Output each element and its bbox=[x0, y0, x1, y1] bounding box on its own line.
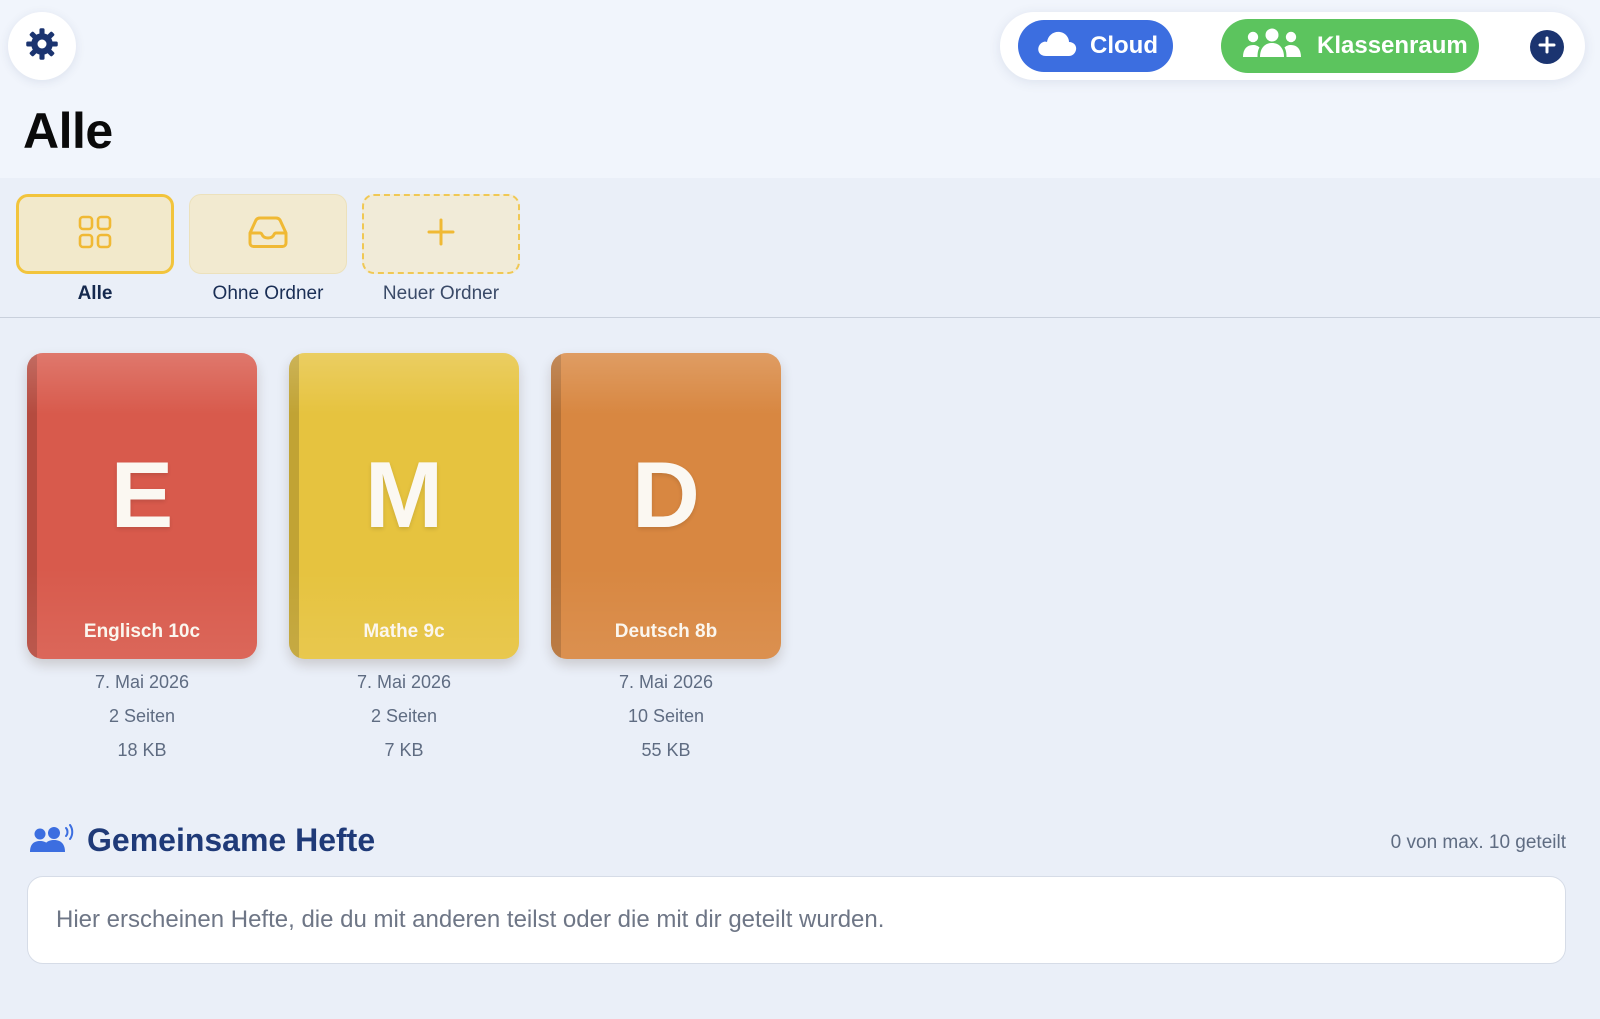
notebook-meta: 7. Mai 2026 2 Seiten 18 KB bbox=[27, 665, 257, 767]
folder-alle[interactable]: Alle bbox=[16, 194, 174, 305]
cloud-icon bbox=[1036, 28, 1078, 65]
notebook-size: 55 KB bbox=[641, 740, 691, 760]
notebook-pages: 10 Seiten bbox=[627, 706, 705, 726]
notebook-title: Mathe 9c bbox=[363, 621, 445, 642]
new-folder-button[interactable]: Neuer Ordner bbox=[362, 194, 520, 305]
notebook-cover[interactable]: M Mathe 9c bbox=[289, 353, 519, 659]
shared-empty-state: Hier erscheinen Hefte, die du mit andere… bbox=[27, 876, 1566, 964]
notebook-meta: 7. Mai 2026 2 Seiten 7 KB bbox=[289, 665, 519, 767]
notebook-date: 7. Mai 2026 bbox=[618, 672, 714, 692]
folder-tile bbox=[189, 194, 347, 274]
notebook-letter: D bbox=[632, 442, 700, 547]
classroom-button[interactable]: Klassenraum bbox=[1221, 19, 1479, 73]
notebook-pages: 2 Seiten bbox=[108, 706, 176, 726]
cloud-label: Cloud bbox=[1090, 32, 1158, 59]
notebook-englisch[interactable]: E Englisch 10c 7. Mai 2026 2 Seiten 18 K… bbox=[27, 353, 257, 767]
notebook-deutsch[interactable]: D Deutsch 8b 7. Mai 2026 10 Seiten 55 KB bbox=[551, 353, 781, 767]
settings-button[interactable] bbox=[8, 12, 76, 80]
plus-icon bbox=[1538, 36, 1556, 59]
notebook-letter: E bbox=[110, 442, 174, 547]
grid-icon bbox=[77, 214, 113, 255]
notebook-pages: 2 Seiten bbox=[370, 706, 438, 726]
notebook-letter: M bbox=[364, 442, 444, 547]
page-title: Alle bbox=[23, 103, 113, 159]
notebook-title: Deutsch 8b bbox=[614, 621, 718, 642]
shared-empty-text: Hier erscheinen Hefte, die du mit andere… bbox=[56, 906, 885, 933]
notebook-title: Englisch 10c bbox=[83, 621, 201, 642]
folder-label: Neuer Ordner bbox=[382, 283, 500, 304]
folder-tile bbox=[362, 194, 520, 274]
notebook-date: 7. Mai 2026 bbox=[356, 672, 452, 692]
cloud-button[interactable]: Cloud bbox=[1018, 20, 1173, 72]
classroom-label: Klassenraum bbox=[1317, 32, 1468, 59]
notebook-size: 18 KB bbox=[117, 740, 167, 760]
add-button[interactable] bbox=[1530, 30, 1564, 64]
folder-label: Ohne Ordner bbox=[212, 283, 324, 304]
group-icon bbox=[1241, 27, 1303, 66]
notebook-cover[interactable]: E Englisch 10c bbox=[27, 353, 257, 659]
folder-label: Alle bbox=[77, 283, 113, 304]
plus-icon bbox=[426, 217, 456, 252]
divider bbox=[0, 317, 1600, 318]
folder-ohne-ordner[interactable]: Ohne Ordner bbox=[189, 194, 347, 305]
shared-section-header: Gemeinsame Hefte 0 von max. 10 geteilt bbox=[28, 820, 1566, 864]
inbox-tray-icon bbox=[246, 215, 290, 254]
notebook-mathe[interactable]: M Mathe 9c 7. Mai 2026 2 Seiten 7 KB bbox=[289, 353, 519, 767]
notebook-size: 7 KB bbox=[384, 740, 424, 760]
notebook-date: 7. Mai 2026 bbox=[94, 672, 190, 692]
notebook-meta: 7. Mai 2026 10 Seiten 55 KB bbox=[551, 665, 781, 767]
shared-count: 0 von max. 10 geteilt bbox=[1390, 832, 1566, 853]
gear-icon bbox=[24, 26, 60, 67]
notebook-cover[interactable]: D Deutsch 8b bbox=[551, 353, 781, 659]
shared-people-icon bbox=[28, 824, 76, 861]
shared-section-title: Gemeinsame Hefte bbox=[87, 822, 376, 858]
top-toolbar: Cloud Klassenraum bbox=[1000, 12, 1585, 80]
folder-tile bbox=[16, 194, 174, 274]
